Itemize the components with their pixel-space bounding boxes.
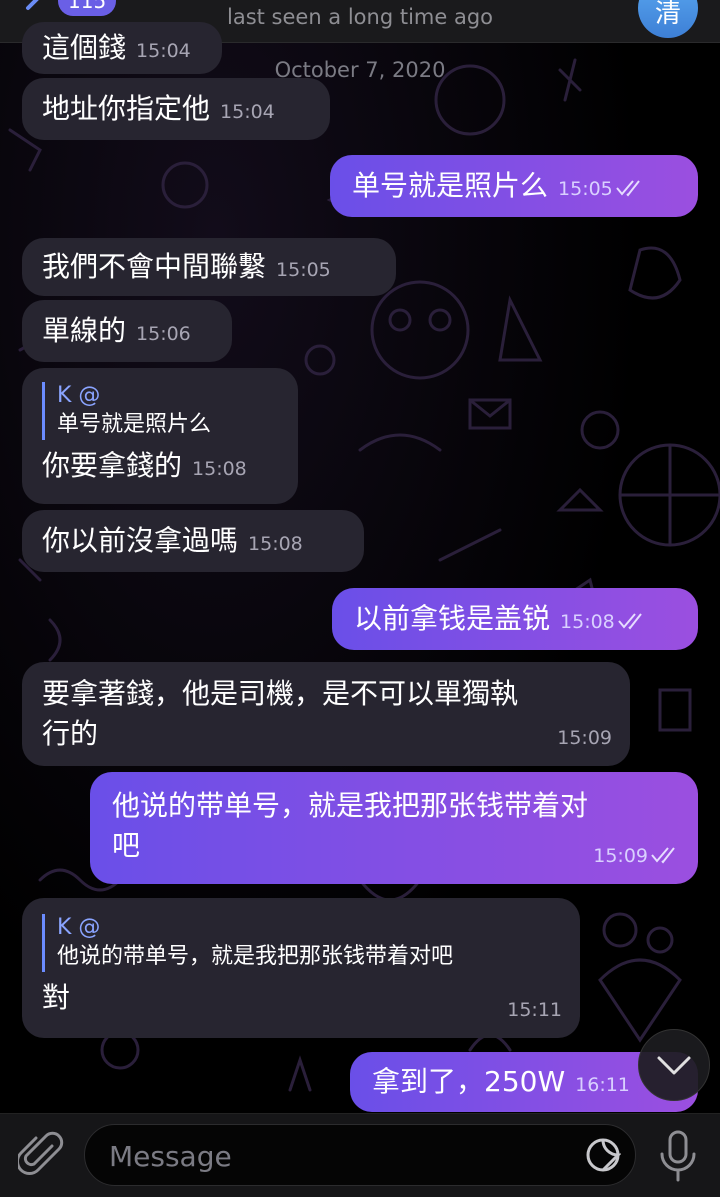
- message-text-line: 行的: [42, 717, 99, 750]
- sticker-icon[interactable]: [585, 1137, 621, 1173]
- double-check-icon: [616, 180, 640, 197]
- message-time: 15:09: [557, 727, 612, 749]
- message-incoming-reply[interactable]: K @ 单号就是照片么 你要拿錢的 15:08: [22, 368, 298, 504]
- message-time: 15:04: [220, 101, 275, 123]
- message-incoming-reply[interactable]: K @ 他说的带单号，就是我把那张钱带着对吧 對 15:11: [22, 898, 580, 1038]
- message-incoming[interactable]: 我們不會中間聯繫 15:05: [22, 238, 396, 296]
- message-text-line: 他说的带单号，就是我把那张钱带着对: [112, 789, 589, 822]
- quote-author: K @: [57, 915, 101, 940]
- paperclip-icon[interactable]: [18, 1130, 64, 1180]
- message-text: 以前拿钱是盖锐: [354, 602, 551, 635]
- double-check-icon: [618, 613, 642, 630]
- reply-quote[interactable]: K @ 单号就是照片么: [42, 382, 280, 440]
- message-time: 15:11: [507, 999, 562, 1021]
- message-time: 15:08: [560, 611, 615, 633]
- message-time: 15:08: [248, 533, 303, 555]
- message-text: 單線的: [42, 314, 127, 347]
- message-incoming[interactable]: 單線的 15:06: [22, 300, 232, 362]
- message-time: 15:04: [136, 40, 191, 62]
- message-outgoing[interactable]: 单号就是照片么 15:05: [330, 155, 698, 217]
- message-incoming[interactable]: 這個錢 15:04: [22, 22, 222, 74]
- message-status: 15:09: [593, 836, 680, 876]
- message-text: 单号就是照片么: [352, 169, 549, 202]
- chat-screen: 115 last seen a long time ago 清 October …: [0, 0, 720, 1197]
- message-text: 這個錢: [42, 31, 127, 64]
- chevron-down-icon: [657, 1056, 691, 1075]
- quote-text: 他说的带单号，就是我把那张钱带着对吧: [57, 944, 454, 969]
- message-time: 16:11: [575, 1074, 630, 1096]
- message-time: 15:06: [136, 323, 191, 345]
- scroll-to-bottom-button[interactable]: [638, 1029, 710, 1101]
- message-text: 你以前沒拿過嗎: [42, 524, 239, 557]
- message-time: 15:08: [192, 458, 247, 480]
- message-text: 你要拿錢的: [42, 449, 183, 482]
- contact-avatar[interactable]: 清: [638, 0, 698, 38]
- message-text: 對: [42, 981, 71, 1014]
- message-field[interactable]: [84, 1124, 636, 1187]
- double-check-icon: [651, 847, 675, 864]
- message-incoming[interactable]: 你以前沒拿過嗎 15:08: [22, 510, 364, 572]
- microphone-icon[interactable]: [656, 1128, 700, 1184]
- message-time: 15:05: [276, 259, 331, 281]
- message-outgoing[interactable]: 以前拿钱是盖锐 15:08: [332, 588, 698, 650]
- reply-quote[interactable]: K @ 他说的带单号，就是我把那张钱带着对吧: [42, 914, 562, 972]
- quote-text: 单号就是照片么: [57, 412, 212, 437]
- message-time: 15:09: [593, 845, 648, 867]
- message-text: 我們不會中間聯繫: [42, 250, 267, 283]
- message-text: 拿到了，250W: [372, 1065, 566, 1098]
- message-outgoing[interactable]: 他说的带单号，就是我把那张钱带着对 吧 15:09: [90, 772, 698, 884]
- message-input[interactable]: [107, 1125, 561, 1187]
- message-incoming[interactable]: 地址你指定他 15:04: [22, 78, 330, 140]
- message-composer: [0, 1113, 720, 1197]
- message-time: 15:05: [558, 178, 613, 200]
- message-incoming[interactable]: 要拿著錢，他是司機，是不可以單獨執 行的 15:09: [22, 662, 630, 766]
- message-text: 地址你指定他: [42, 92, 211, 125]
- message-text-line: 要拿著錢，他是司機，是不可以單獨執: [42, 677, 519, 710]
- quote-author: K @: [57, 383, 101, 408]
